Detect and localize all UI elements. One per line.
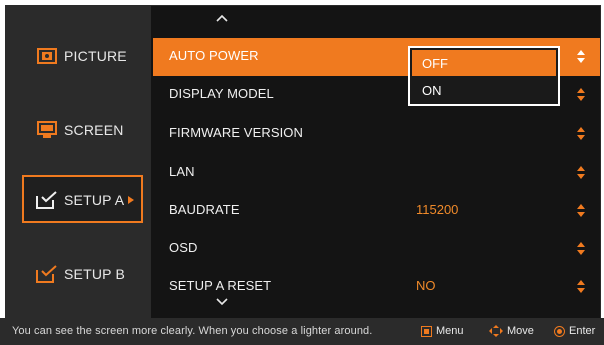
setup-icon — [36, 191, 58, 209]
menu-row-value: 115200 — [416, 202, 459, 217]
chevron-right-icon — [128, 196, 134, 204]
menu-row-label: AUTO POWER — [169, 48, 259, 63]
sidebar: PICTURE SCREEN SETUP A SETUP B — [6, 6, 151, 319]
sidebar-item-picture[interactable]: PICTURE — [6, 28, 151, 84]
sidebar-item-setup-a[interactable]: SETUP A — [6, 172, 151, 228]
picture-icon — [36, 47, 58, 65]
menu-icon — [421, 325, 432, 337]
spinner-icon — [577, 166, 585, 180]
sidebar-item-label: PICTURE — [64, 48, 127, 64]
menu-row-label: LAN — [169, 164, 195, 179]
menu-row-osd[interactable]: OSD — [153, 230, 600, 268]
spinner-icon — [577, 88, 585, 102]
menu-row-label: SETUP A RESET — [169, 278, 272, 293]
enter-key-hint: Enter — [554, 325, 595, 337]
dropdown-option-off[interactable]: OFF — [412, 50, 556, 76]
menu-row-label: FIRMWARE VERSION — [169, 125, 304, 140]
osd-frame: PICTURE SCREEN SETUP A SETUP B AUTO POWE… — [5, 5, 601, 320]
menu-row-label: OSD — [169, 240, 198, 255]
scroll-up-icon[interactable] — [216, 14, 228, 22]
spinner-icon — [577, 280, 585, 294]
dropdown-option-on[interactable]: ON — [412, 77, 556, 103]
status-bar: You can see the screen more clearly. Whe… — [0, 318, 604, 345]
move-key-hint: Move — [489, 325, 534, 337]
setup-icon — [36, 265, 58, 283]
menu-row-label: DISPLAY MODEL — [169, 86, 274, 101]
move-icon — [489, 325, 503, 337]
spinner-icon — [577, 204, 585, 218]
spinner-icon — [577, 50, 585, 64]
spinner-icon — [577, 242, 585, 256]
sidebar-item-label: SETUP B — [64, 266, 126, 282]
menu-panel: AUTO POWER DISPLAY MODEL FIRMWARE VERSIO… — [153, 6, 600, 319]
enter-icon — [554, 325, 565, 337]
menu-row-baudrate[interactable]: BAUDRATE 115200 — [153, 192, 600, 230]
sidebar-item-setup-b[interactable]: SETUP B — [6, 246, 151, 302]
menu-key-label: Menu — [436, 325, 464, 337]
menu-key-hint: Menu — [421, 325, 464, 337]
menu-row-label: BAUDRATE — [169, 202, 240, 217]
spinner-icon — [577, 127, 585, 141]
enter-key-label: Enter — [569, 325, 596, 337]
screen-icon — [36, 121, 58, 139]
sidebar-item-label: SCREEN — [64, 122, 124, 138]
move-key-label: Move — [507, 325, 534, 337]
auto-power-dropdown[interactable]: OFF ON — [408, 46, 560, 106]
menu-row-value: NO — [416, 278, 436, 293]
menu-row-firmware-version[interactable]: FIRMWARE VERSION — [153, 115, 600, 153]
sidebar-item-label: SETUP A — [64, 192, 125, 208]
menu-row-lan[interactable]: LAN — [153, 154, 600, 192]
osd-window: PICTURE SCREEN SETUP A SETUP B AUTO POWE… — [0, 0, 604, 345]
help-text: You can see the screen more clearly. Whe… — [12, 325, 373, 337]
sidebar-item-screen[interactable]: SCREEN — [6, 102, 151, 158]
scroll-down-icon[interactable] — [216, 298, 228, 306]
